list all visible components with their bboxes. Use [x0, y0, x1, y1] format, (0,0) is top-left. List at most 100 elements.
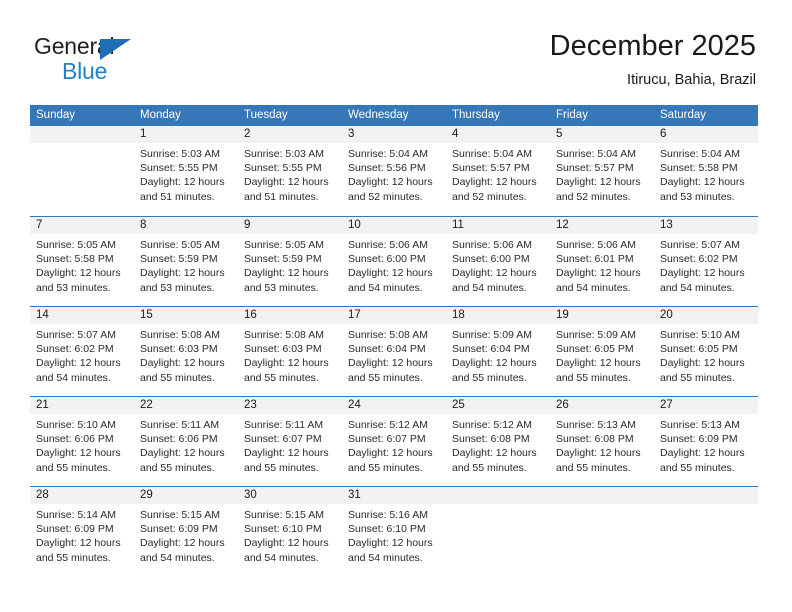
day-detail-line: Sunrise: 5:09 AM: [556, 329, 636, 341]
day-number: 31: [342, 487, 446, 504]
calendar-day-cell-empty: [654, 487, 758, 576]
day-number: 1: [134, 126, 238, 143]
calendar-day-cell[interactable]: 15 Sunrise: 5:08 AM Sunset: 6:03 PM Dayligh…: [134, 307, 238, 396]
calendar-day-cell-empty: [446, 487, 550, 576]
day-detail-line: Sunset: 6:07 PM: [348, 433, 426, 446]
day-detail-line: and 55 minutes.: [556, 371, 631, 384]
day-detail-line: Sunrise: 5:06 AM: [348, 239, 428, 251]
calendar-day-cell[interactable]: 9 Sunrise: 5:05 AM Sunset: 5:59 PM Daylight…: [238, 217, 342, 306]
calendar-day-cell[interactable]: 18 Sunrise: 5:09 AM Sunset: 6:04 PM Dayligh…: [446, 307, 550, 396]
day-detail-line: Sunset: 6:07 PM: [244, 433, 322, 446]
calendar-day-cell[interactable]: 6 Sunrise: 5:04 AM Sunset: 5:58 PM Daylight…: [654, 126, 758, 216]
day-detail-line: Sunset: 6:03 PM: [140, 343, 218, 356]
calendar-day-cell[interactable]: 5 Sunrise: 5:04 AM Sunset: 5:57 PM Daylight…: [550, 126, 654, 216]
calendar-day-cell[interactable]: 20 Sunrise: 5:10 AM Sunset: 6:05 PM Dayligh…: [654, 307, 758, 396]
day-detail-line: Sunrise: 5:04 AM: [348, 148, 428, 160]
calendar-day-cell[interactable]: 29 Sunrise: 5:15 AM Sunset: 6:09 PM Dayligh…: [134, 487, 238, 576]
day-detail-line: Sunset: 5:58 PM: [660, 162, 738, 175]
calendar-day-cell[interactable]: 26 Sunrise: 5:13 AM Sunset: 6:08 PM Dayligh…: [550, 397, 654, 486]
day-details: Sunrise: 5:15 AM Sunset: 6:10 PM Daylight:…: [238, 504, 342, 565]
calendar-week-row: 21 Sunrise: 5:10 AM Sunset: 6:06 PM Dayligh…: [30, 396, 758, 486]
calendar-day-cell[interactable]: 1 Sunrise: 5:03 AM Sunset: 5:55 PM Daylight…: [134, 126, 238, 216]
day-detail-line: Daylight: 12 hours: [660, 447, 745, 460]
day-details: Sunrise: 5:11 AM Sunset: 6:07 PM Daylight:…: [238, 414, 342, 475]
weekday-header-thursday: Thursday: [452, 109, 500, 121]
day-details: Sunrise: 5:08 AM Sunset: 6:03 PM Daylight:…: [134, 324, 238, 385]
weekday-header-monday: Monday: [140, 109, 181, 121]
day-detail-line: Sunrise: 5:13 AM: [660, 419, 740, 431]
calendar-day-cell[interactable]: 2 Sunrise: 5:03 AM Sunset: 5:55 PM Daylight…: [238, 126, 342, 216]
day-details: Sunrise: 5:08 AM Sunset: 6:03 PM Daylight:…: [238, 324, 342, 385]
day-detail-line: Sunset: 6:00 PM: [452, 253, 530, 266]
calendar-day-cell[interactable]: 14 Sunrise: 5:07 AM Sunset: 6:02 PM Dayligh…: [30, 307, 134, 396]
day-detail-line: Sunset: 6:10 PM: [244, 523, 322, 536]
calendar-day-cell[interactable]: 21 Sunrise: 5:10 AM Sunset: 6:06 PM Dayligh…: [30, 397, 134, 486]
day-detail-line: and 55 minutes.: [452, 461, 527, 474]
day-detail-line: and 51 minutes.: [140, 190, 215, 203]
day-detail-line: Sunrise: 5:09 AM: [452, 329, 532, 341]
day-number: [30, 126, 134, 143]
calendar-day-cell[interactable]: 11 Sunrise: 5:06 AM Sunset: 6:00 PM Dayligh…: [446, 217, 550, 306]
day-details: Sunrise: 5:04 AM Sunset: 5:57 PM Daylight:…: [550, 143, 654, 204]
calendar-day-cell[interactable]: 8 Sunrise: 5:05 AM Sunset: 5:59 PM Daylight…: [134, 217, 238, 306]
calendar-day-cell[interactable]: 12 Sunrise: 5:06 AM Sunset: 6:01 PM Dayligh…: [550, 217, 654, 306]
day-number: 16: [238, 307, 342, 324]
day-detail-line: Sunset: 6:03 PM: [244, 343, 322, 356]
day-details: Sunrise: 5:04 AM Sunset: 5:56 PM Daylight:…: [342, 143, 446, 204]
day-detail-line: Sunrise: 5:05 AM: [244, 239, 324, 251]
day-detail-line: and 55 minutes.: [348, 461, 423, 474]
calendar-day-cell[interactable]: 28 Sunrise: 5:14 AM Sunset: 6:09 PM Dayligh…: [30, 487, 134, 576]
generalblue-logo: General Blue: [34, 33, 164, 85]
day-detail-line: Daylight: 12 hours: [36, 447, 121, 460]
day-number: [446, 487, 550, 504]
day-detail-line: Daylight: 12 hours: [36, 357, 121, 370]
page-subtitle: Itirucu, Bahia, Brazil: [627, 72, 756, 88]
calendar-day-cell[interactable]: 30 Sunrise: 5:15 AM Sunset: 6:10 PM Dayligh…: [238, 487, 342, 576]
day-detail-line: Sunset: 6:10 PM: [348, 523, 426, 536]
day-detail-line: and 53 minutes.: [140, 281, 215, 294]
day-details: Sunrise: 5:05 AM Sunset: 5:59 PM Daylight:…: [134, 234, 238, 295]
day-number: 4: [446, 126, 550, 143]
calendar-day-cell[interactable]: 19 Sunrise: 5:09 AM Sunset: 6:05 PM Dayligh…: [550, 307, 654, 396]
calendar-day-cell[interactable]: 22 Sunrise: 5:11 AM Sunset: 6:06 PM Dayligh…: [134, 397, 238, 486]
weekday-header-sunday: Sunday: [36, 109, 76, 121]
calendar-page: General Blue December 2025 Itirucu, Bahi…: [0, 0, 792, 612]
day-number: 9: [238, 217, 342, 234]
day-detail-line: Daylight: 12 hours: [660, 357, 745, 370]
day-detail-line: Daylight: 12 hours: [36, 537, 121, 550]
calendar-day-cell[interactable]: 17 Sunrise: 5:08 AM Sunset: 6:04 PM Dayligh…: [342, 307, 446, 396]
day-number: 5: [550, 126, 654, 143]
day-number: 15: [134, 307, 238, 324]
calendar-day-cell[interactable]: 13 Sunrise: 5:07 AM Sunset: 6:02 PM Dayligh…: [654, 217, 758, 306]
day-detail-line: and 53 minutes.: [244, 281, 319, 294]
day-detail-line: and 55 minutes.: [36, 461, 111, 474]
calendar-day-cell[interactable]: 23 Sunrise: 5:11 AM Sunset: 6:07 PM Dayligh…: [238, 397, 342, 486]
calendar-day-cell[interactable]: 25 Sunrise: 5:12 AM Sunset: 6:08 PM Dayligh…: [446, 397, 550, 486]
calendar-day-cell[interactable]: 3 Sunrise: 5:04 AM Sunset: 5:56 PM Daylight…: [342, 126, 446, 216]
day-detail-line: Sunset: 6:04 PM: [452, 343, 530, 356]
day-number: 17: [342, 307, 446, 324]
day-details: Sunrise: 5:06 AM Sunset: 6:01 PM Daylight:…: [550, 234, 654, 295]
calendar-day-cell[interactable]: 16 Sunrise: 5:08 AM Sunset: 6:03 PM Dayligh…: [238, 307, 342, 396]
day-details: [446, 504, 550, 508]
calendar-day-cell-empty: [30, 126, 134, 216]
day-detail-line: Sunset: 6:02 PM: [36, 343, 114, 356]
day-detail-line: Daylight: 12 hours: [244, 267, 329, 280]
day-detail-line: Sunrise: 5:03 AM: [244, 148, 324, 160]
day-detail-line: Daylight: 12 hours: [140, 537, 225, 550]
calendar-day-cell[interactable]: 31 Sunrise: 5:16 AM Sunset: 6:10 PM Dayligh…: [342, 487, 446, 576]
day-detail-line: and 54 minutes.: [556, 281, 631, 294]
day-number: 12: [550, 217, 654, 234]
calendar-day-cell[interactable]: 10 Sunrise: 5:06 AM Sunset: 6:00 PM Dayligh…: [342, 217, 446, 306]
day-number: 24: [342, 397, 446, 414]
day-detail-line: Sunset: 6:00 PM: [348, 253, 426, 266]
day-number: 14: [30, 307, 134, 324]
day-number: 29: [134, 487, 238, 504]
day-detail-line: Sunset: 5:59 PM: [140, 253, 218, 266]
calendar-day-cell[interactable]: 27 Sunrise: 5:13 AM Sunset: 6:09 PM Dayligh…: [654, 397, 758, 486]
day-detail-line: Sunrise: 5:11 AM: [140, 419, 220, 431]
calendar-day-cell[interactable]: 4 Sunrise: 5:04 AM Sunset: 5:57 PM Daylight…: [446, 126, 550, 216]
day-detail-line: Sunset: 5:59 PM: [244, 253, 322, 266]
calendar-day-cell[interactable]: 24 Sunrise: 5:12 AM Sunset: 6:07 PM Dayligh…: [342, 397, 446, 486]
calendar-day-cell[interactable]: 7 Sunrise: 5:05 AM Sunset: 5:58 PM Daylight…: [30, 217, 134, 306]
